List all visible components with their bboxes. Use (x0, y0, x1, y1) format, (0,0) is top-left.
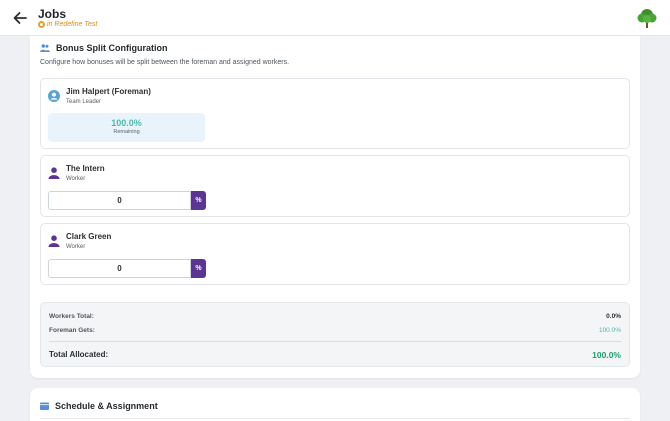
totals-divider (49, 341, 621, 342)
workers-total-value: 0.0% (606, 313, 621, 320)
foreman-role: Team Leader (66, 99, 102, 105)
worker-name: The Intern (66, 164, 105, 173)
worker-card: Clark Green Worker % (40, 223, 630, 285)
worker-role: Worker (66, 176, 86, 182)
user-icon (48, 167, 60, 179)
percent-addon: % (191, 191, 206, 210)
foreman-card: Jim Halpert (Foreman) Team Leader 100.0%… (40, 78, 630, 149)
workers-total-row: Workers Total: 0.0% (49, 313, 621, 320)
remaining-indicator: 100.0% Remaining (48, 113, 205, 142)
subtitle-text: in Redefine Test (47, 21, 98, 28)
schedule-section-header: Schedule & Assignment (40, 401, 158, 411)
users-icon (40, 44, 50, 52)
worker-role: Worker (66, 244, 86, 250)
workers-total-label: Workers Total: (49, 313, 94, 320)
worker-percent-input[interactable] (48, 191, 191, 210)
calendar-icon (40, 402, 49, 410)
user-circle-icon (48, 90, 60, 102)
location-pin-icon (38, 21, 45, 28)
arrow-left-icon[interactable] (11, 9, 29, 27)
section-divider (40, 418, 630, 419)
app-header: Jobs in Redefine Test (0, 0, 670, 36)
remaining-value: 100.0% (111, 118, 142, 128)
remaining-label: Remaining (113, 129, 140, 135)
worker-percent-input[interactable] (48, 259, 191, 278)
bonus-split-card: Bonus Split Configuration Configure how … (30, 36, 640, 378)
schedule-section-title: Schedule & Assignment (55, 401, 158, 411)
tree-logo-icon[interactable] (636, 7, 658, 29)
bonus-section-header: Bonus Split Configuration (40, 43, 168, 53)
foreman-gets-row: Foreman Gets: 100.0% (49, 327, 621, 334)
total-allocated-value: 100.0% (592, 350, 621, 360)
schedule-assignment-card: Schedule & Assignment (30, 388, 640, 421)
percent-addon: % (191, 259, 206, 278)
bonus-totals-summary: Workers Total: 0.0% Foreman Gets: 100.0%… (40, 302, 630, 367)
bonus-description: Configure how bonuses will be split betw… (40, 59, 290, 66)
total-allocated-row: Total Allocated: 100.0% (49, 350, 621, 360)
foreman-gets-label: Foreman Gets: (49, 327, 95, 334)
page-title: Jobs (38, 7, 67, 21)
worker-card: The Intern Worker % (40, 155, 630, 217)
bonus-section-title: Bonus Split Configuration (56, 43, 168, 53)
page-subtitle: in Redefine Test (38, 21, 97, 28)
foreman-name: Jim Halpert (Foreman) (66, 87, 151, 96)
foreman-gets-value: 100.0% (598, 327, 621, 334)
user-icon (48, 235, 60, 247)
worker-name: Clark Green (66, 232, 112, 241)
total-allocated-label: Total Allocated: (49, 350, 109, 359)
